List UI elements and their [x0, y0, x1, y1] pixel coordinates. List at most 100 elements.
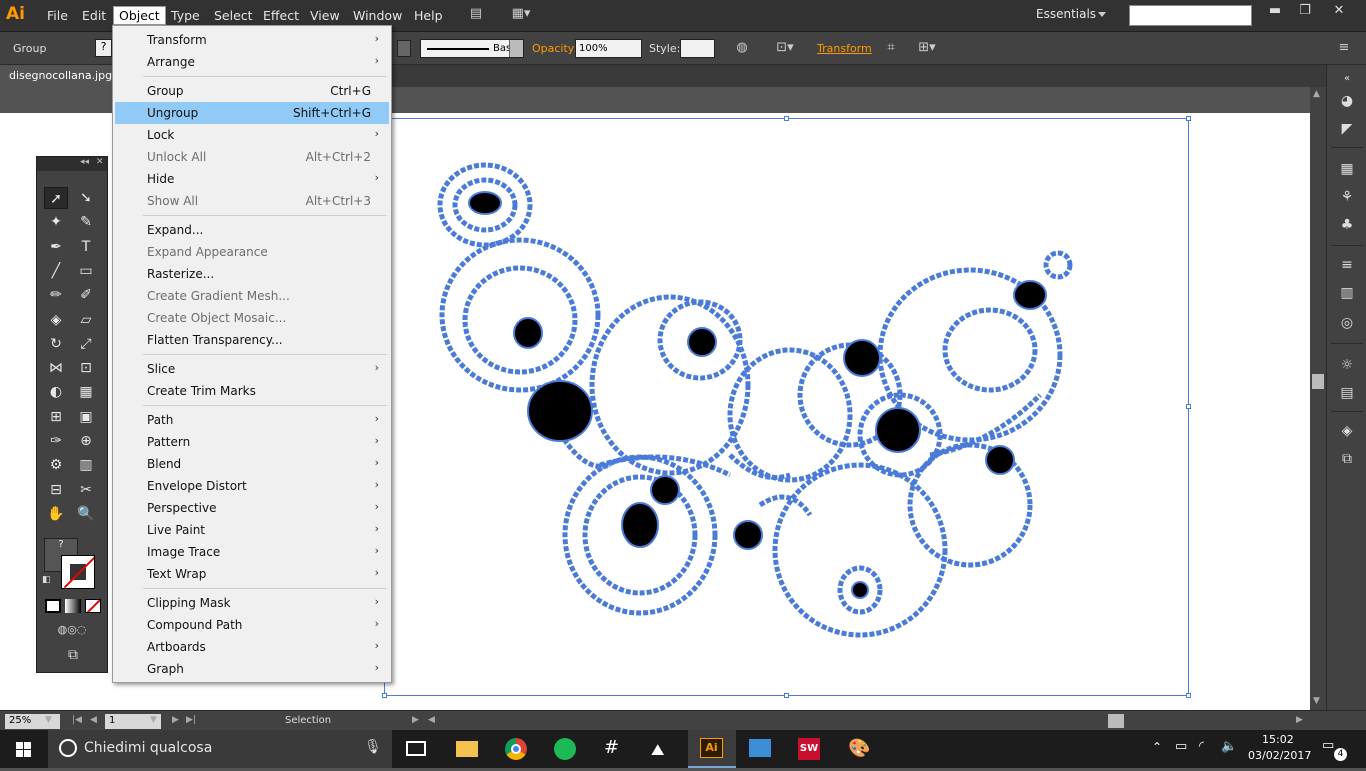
previous-artboard-icon[interactable]: ◀	[90, 715, 97, 725]
selection-bounding-box[interactable]	[384, 118, 1189, 696]
resize-handle[interactable]	[1186, 404, 1191, 409]
resize-handle[interactable]	[784, 116, 789, 121]
last-artboard-icon[interactable]: ▶|	[186, 715, 196, 725]
resize-handle[interactable]	[1186, 693, 1191, 698]
resize-handle[interactable]	[784, 693, 789, 698]
wifi-icon[interactable]: ◜	[1199, 739, 1204, 754]
eraser-tool[interactable]: ▱	[74, 309, 98, 331]
eyedropper-tool[interactable]: ✑	[44, 430, 68, 452]
fill-swatch[interactable]: ?	[95, 39, 112, 57]
illustrator-taskbar-icon[interactable]: Ai	[688, 730, 736, 768]
free-transform-tool[interactable]: ⊡	[74, 357, 98, 379]
magic-wand-tool[interactable]: ✦	[44, 211, 68, 233]
zoom-tool[interactable]: 🔍	[74, 503, 98, 525]
menu-item-blend[interactable]: Blend ›	[115, 453, 389, 475]
menu-edit[interactable]: Edit	[77, 7, 111, 24]
paint-icon[interactable]: 🎨	[835, 730, 883, 768]
stroke-color-box[interactable]	[61, 555, 95, 589]
scroll-down-arrow-icon[interactable]: ▼	[1313, 696, 1320, 706]
collapse-icon[interactable]: ◂◂	[80, 157, 89, 167]
close-icon[interactable]: ✕	[96, 157, 104, 167]
status-text[interactable]: Selection	[285, 715, 331, 726]
opacity-field[interactable]: 100%	[575, 39, 642, 58]
menu-item-expand[interactable]: Expand...	[115, 219, 389, 241]
resize-handle[interactable]	[1186, 116, 1191, 121]
menu-item-live-paint[interactable]: Live Paint ›	[115, 519, 389, 541]
paintbrush-tool[interactable]: ✏	[44, 284, 68, 306]
blob-brush-tool[interactable]: ◈	[44, 309, 68, 331]
selection-tool[interactable]: ➚	[44, 187, 68, 209]
mesh-tool[interactable]: ⊞	[44, 406, 68, 428]
shape-builder-tool[interactable]: ◐	[44, 381, 68, 403]
pencil-tool[interactable]: ✐	[74, 284, 98, 306]
transparency-icon[interactable]: ◎	[1337, 313, 1357, 333]
chevron-down-icon[interactable]	[1098, 12, 1106, 17]
show-hidden-icons-icon[interactable]: ⌃	[1152, 740, 1162, 754]
menu-item-text-wrap[interactable]: Text Wrap ›	[115, 563, 389, 585]
status-menu-icon[interactable]: ▶	[412, 715, 419, 725]
menu-item-create-trim-marks[interactable]: Create Trim Marks	[115, 380, 389, 402]
graphic-styles-icon[interactable]: ▤	[1337, 383, 1357, 403]
direct-selection-tool[interactable]: ➘	[74, 187, 98, 209]
menu-item-group[interactable]: Group Ctrl+G	[115, 80, 389, 102]
start-button[interactable]	[0, 730, 48, 768]
drawing-modes-icon[interactable]: ◍◎◌	[45, 623, 99, 639]
menu-item-pattern[interactable]: Pattern ›	[115, 431, 389, 453]
menu-type[interactable]: Type	[166, 7, 205, 24]
horizontal-scrollbar-thumb[interactable]	[1108, 714, 1124, 728]
menu-help[interactable]: Help	[409, 7, 448, 24]
scrollbar-thumb[interactable]	[1312, 374, 1324, 389]
outlook-icon[interactable]	[737, 730, 785, 768]
isolate-group-icon[interactable]: ⌗	[882, 40, 900, 57]
stroke-weight-dropdown[interactable]	[397, 40, 411, 57]
menu-item-arrange[interactable]: Arrange ›	[115, 51, 389, 73]
arrange-documents-icon[interactable]: ▦▾	[508, 6, 534, 23]
menu-select[interactable]: Select	[209, 7, 258, 24]
menu-view[interactable]: View	[305, 7, 345, 24]
symbol-sprayer-tool[interactable]: ⚙	[44, 454, 68, 476]
volume-icon[interactable]: 🔈	[1221, 739, 1237, 754]
menu-item-perspective[interactable]: Perspective ›	[115, 497, 389, 519]
menu-item-compound-path[interactable]: Compound Path ›	[115, 614, 389, 636]
brushes-icon[interactable]: ⚘	[1337, 187, 1357, 207]
column-graph-tool[interactable]: ▥	[74, 454, 98, 476]
chrome-icon[interactable]	[492, 730, 540, 768]
control-menu-icon[interactable]: ≡	[1335, 40, 1353, 57]
task-view-button[interactable]	[392, 730, 440, 768]
panel-options-icon[interactable]: ⊞▾	[912, 40, 942, 57]
solidworks-icon[interactable]: SW	[786, 730, 834, 768]
scroll-up-arrow-icon[interactable]: ▲	[1313, 89, 1320, 99]
collapse-panels-icon[interactable]: «	[1337, 69, 1357, 89]
variable-width-profile[interactable]: Basic	[420, 39, 524, 58]
spotify-icon[interactable]	[541, 730, 589, 768]
width-tool[interactable]: ⋈	[44, 357, 68, 379]
recolor-artwork-icon[interactable]: ◍	[733, 40, 751, 57]
close-button[interactable]: ✕	[1324, 2, 1354, 22]
chevron-down-icon[interactable]	[509, 40, 523, 57]
cortana-search-box[interactable]: Chiedimi qualcosa 🎙	[48, 730, 392, 768]
menu-item-transform[interactable]: Transform ›	[115, 29, 389, 51]
battery-icon[interactable]: ▭	[1175, 739, 1187, 754]
menu-item-clipping-mask[interactable]: Clipping Mask ›	[115, 592, 389, 614]
layers-icon[interactable]: ◈	[1337, 421, 1357, 441]
restore-button[interactable]: ❐	[1290, 2, 1320, 22]
menu-file[interactable]: File	[42, 7, 73, 24]
workspace-switcher[interactable]: Essentials	[1036, 7, 1096, 21]
color-panel-icon[interactable]: ◕	[1337, 91, 1357, 111]
scroll-left-arrow-icon[interactable]: ◀	[428, 715, 435, 725]
pen-tool[interactable]: ✒	[44, 236, 68, 258]
gradient-icon[interactable]: ▥	[1337, 283, 1357, 303]
vertical-scrollbar[interactable]: ▲ ▼	[1310, 87, 1326, 710]
menu-effect[interactable]: Effect	[258, 7, 304, 24]
gradient-tool[interactable]: ▣	[74, 406, 98, 428]
menu-item-artboards[interactable]: Artboards ›	[115, 636, 389, 658]
perspective-grid-tool[interactable]: ▦	[74, 381, 98, 403]
default-fill-stroke-icon[interactable]: ◧	[42, 575, 54, 587]
clock-date[interactable]: 03/02/2017	[1248, 749, 1311, 762]
rotate-tool[interactable]: ↻	[44, 333, 68, 355]
chevron-down-icon[interactable]: ▼	[45, 715, 52, 725]
hand-tool[interactable]: ✋	[44, 503, 68, 525]
clock-time[interactable]: 15:02	[1262, 733, 1294, 746]
transform-link[interactable]: Transform	[817, 42, 872, 55]
stroke-icon[interactable]: ≡	[1337, 255, 1357, 275]
